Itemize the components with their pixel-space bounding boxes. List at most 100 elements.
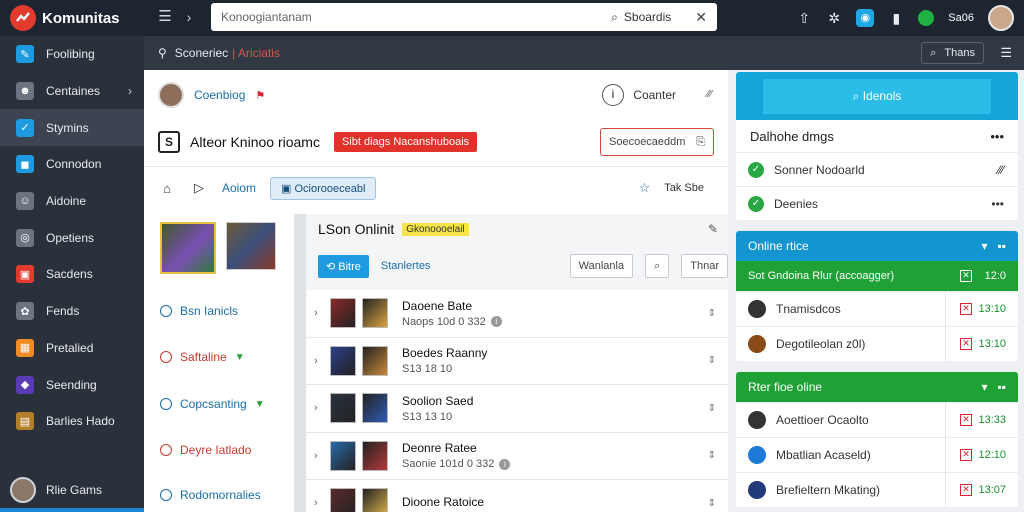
primary-button[interactable]: ⟲ Bitre xyxy=(318,254,369,278)
sidebar-item[interactable]: ✎ Foolibing xyxy=(0,36,144,73)
card-list-item[interactable]: Tnamisdcos ✕ 13:10 xyxy=(736,291,1018,326)
close-icon[interactable]: ✕ xyxy=(960,338,972,350)
highlight-row[interactable]: Sot Gndoina Rlur (accoagger) ✕ 12:0 xyxy=(736,261,1018,291)
sidebar-item[interactable]: ▦ Pretalied xyxy=(0,330,144,367)
expand-icon[interactable]: › xyxy=(314,497,324,509)
chevron-right-icon[interactable]: › xyxy=(180,8,198,26)
expand-icon[interactable]: › xyxy=(314,402,324,414)
filter-item[interactable]: Rodomornalies xyxy=(160,488,261,502)
search-bar[interactable]: Konoogiantanam ⌕ Sboardis ✕ xyxy=(211,3,717,31)
search-scope[interactable]: ⌕ Sboardis xyxy=(611,10,671,25)
content-search[interactable]: Soecoecaeddm ⎘ xyxy=(600,128,714,156)
tab-first[interactable]: Aoiom xyxy=(222,181,256,195)
secondary-link[interactable]: Stanlertes xyxy=(381,260,431,272)
card-list-item[interactable]: Degotileolan z0l) ✕ 13:10 xyxy=(736,326,1018,361)
thumbnail-image[interactable] xyxy=(226,222,276,270)
card-row[interactable]: ✓ Deenies ••• xyxy=(736,186,1018,220)
more-icon[interactable]: ••• xyxy=(991,197,1004,211)
sidebar-item[interactable]: ☻ Centaines › xyxy=(0,73,144,110)
item-thumbnail xyxy=(330,440,356,471)
close-icon[interactable]: ✕ xyxy=(960,303,972,315)
close-icon[interactable]: ✕ xyxy=(695,9,707,26)
filter-item[interactable]: Saftaline ▼ xyxy=(160,350,245,364)
card-row[interactable]: ✓ Sonner Nodoarld ⁄⁄⁄ xyxy=(736,152,1018,186)
radio-icon xyxy=(160,351,172,363)
sort-icon[interactable]: ⇕ xyxy=(708,498,716,509)
play-icon[interactable]: ▷ xyxy=(190,180,208,196)
tools-label[interactable]: Tak Sbe xyxy=(664,182,704,194)
sidebar-item[interactable]: ◎ Opetiens xyxy=(0,219,144,256)
subheader-button[interactable]: ⌕ Thans xyxy=(921,42,984,64)
card-list-item[interactable]: Mbatlian Acaseld) ✕ 12:10 xyxy=(736,437,1018,472)
card-list-item[interactable]: Brefieltern Mkating) ✕ 13:07 xyxy=(736,472,1018,507)
collapse-icon[interactable]: ▾ ▪▪ xyxy=(981,380,1006,394)
sort-icon[interactable]: ⇕ xyxy=(708,450,716,461)
sidebar-item[interactable]: ✿ Fends xyxy=(0,293,144,330)
copy-icon[interactable]: ⎘ xyxy=(696,136,705,149)
search-input[interactable]: Konoogiantanam xyxy=(221,10,611,24)
expand-icon[interactable]: › xyxy=(314,450,324,462)
divider xyxy=(945,438,946,472)
action-button[interactable]: Sibt diags Nacanshuboais xyxy=(333,132,478,152)
more-icon[interactable]: ⁄⁄⁄ xyxy=(998,163,1004,177)
upload-icon[interactable]: ⇧ xyxy=(796,10,812,27)
sidebar-item[interactable]: ▤ Barlies Hado xyxy=(0,403,144,440)
list-item[interactable]: › Deonre Ratee Saonie 101d 0 332 i ⇕ xyxy=(306,432,728,480)
sort-icon[interactable]: ⇕ xyxy=(708,308,716,319)
star-icon[interactable]: ☆ xyxy=(639,180,651,196)
home-icon[interactable]: ⌂ xyxy=(158,181,176,196)
filter-icon[interactable]: ☰ xyxy=(1000,45,1012,61)
app-brand[interactable]: Komunitas xyxy=(10,4,144,32)
list-item[interactable]: › Soolion Saed S13 13 10 ⇕ xyxy=(306,385,728,433)
sidebar-item[interactable]: ☺ Aidoine xyxy=(0,183,144,220)
filter-item[interactable]: Deyre Iatlado xyxy=(160,443,251,457)
tab-active[interactable]: ▣ Ociorooeceabl xyxy=(270,176,377,200)
card-list-item[interactable]: Aoettioer Ocaolto ✕ 13:33 xyxy=(736,402,1018,437)
close-icon[interactable]: ✕ xyxy=(960,449,972,461)
sidebar-item[interactable]: ◆ Seending xyxy=(0,366,144,403)
counter-more[interactable]: ⁄⁄⁄ xyxy=(707,89,712,100)
expand-icon[interactable]: › xyxy=(314,355,324,367)
banner-button[interactable]: ⌕ Idenols xyxy=(762,78,992,114)
filter-item[interactable]: Bsn Ianicls xyxy=(160,304,238,318)
sort-icon[interactable]: ⇕ xyxy=(708,355,716,366)
right-card-2: Online rtice ▾ ▪▪ Sot Gndoina Rlur (acco… xyxy=(736,231,1018,361)
info-icon[interactable]: i xyxy=(602,84,624,106)
close-icon[interactable]: ✕ xyxy=(960,270,972,282)
collapse-icon[interactable]: ▾ ▪▪ xyxy=(981,239,1006,253)
avatar xyxy=(10,477,36,503)
card-item-label: Mbatlian Acaseld) xyxy=(776,448,871,462)
close-icon[interactable]: ✕ xyxy=(960,484,972,496)
settings-icon[interactable]: ✲ xyxy=(826,10,842,27)
avatar[interactable] xyxy=(158,82,184,108)
sidebar-item-icon: ▣ xyxy=(16,265,34,284)
filter-dropdown[interactable]: Wanlanla xyxy=(569,254,634,278)
list-item[interactable]: › Boedes Raanny S13 18 10 ⇕ xyxy=(306,337,728,385)
sidebar-item[interactable]: ▣ Sacdens xyxy=(0,256,144,293)
author-name[interactable]: Coenbiog xyxy=(194,88,245,102)
radio-icon xyxy=(160,398,172,410)
notification-icon[interactable]: ◉ xyxy=(856,9,875,27)
pin-icon[interactable]: ✎ xyxy=(708,222,718,236)
sidebar-user[interactable]: Rlie Gams xyxy=(0,468,144,512)
close-icon[interactable]: ✕ xyxy=(960,414,972,426)
flag-icon[interactable]: ⚑ xyxy=(255,89,265,102)
sort-dropdown[interactable]: Thnar xyxy=(681,254,728,278)
primary-button-label: Bitre xyxy=(338,260,361,273)
sort-icon[interactable]: ⇕ xyxy=(708,403,716,414)
content-search-input[interactable]: Soecoecaeddm xyxy=(609,136,685,148)
more-icon[interactable]: ••• xyxy=(990,129,1004,144)
time-label: 12:10 xyxy=(978,449,1006,461)
sidebar-item[interactable]: ✓ Stymins xyxy=(0,109,144,147)
sidebar-item[interactable]: ◼ Connodon xyxy=(0,146,144,183)
user-name[interactable]: Sa06 xyxy=(948,12,974,24)
list-search-button[interactable]: ⌕ xyxy=(645,254,670,278)
list-item[interactable]: › Dioone Ratoice ⇕ xyxy=(306,480,728,512)
avatar[interactable] xyxy=(988,5,1014,31)
filter-item[interactable]: Copcsanting ▼ xyxy=(160,397,265,411)
thumbnail-image[interactable] xyxy=(160,222,216,274)
expand-icon[interactable]: › xyxy=(314,307,324,319)
list-item-title: Boedes Raanny xyxy=(402,346,488,361)
menu-icon[interactable]: ☰ xyxy=(156,8,174,26)
list-item[interactable]: › Daoene Bate Naops 10d 0 332 i ⇕ xyxy=(306,290,728,338)
